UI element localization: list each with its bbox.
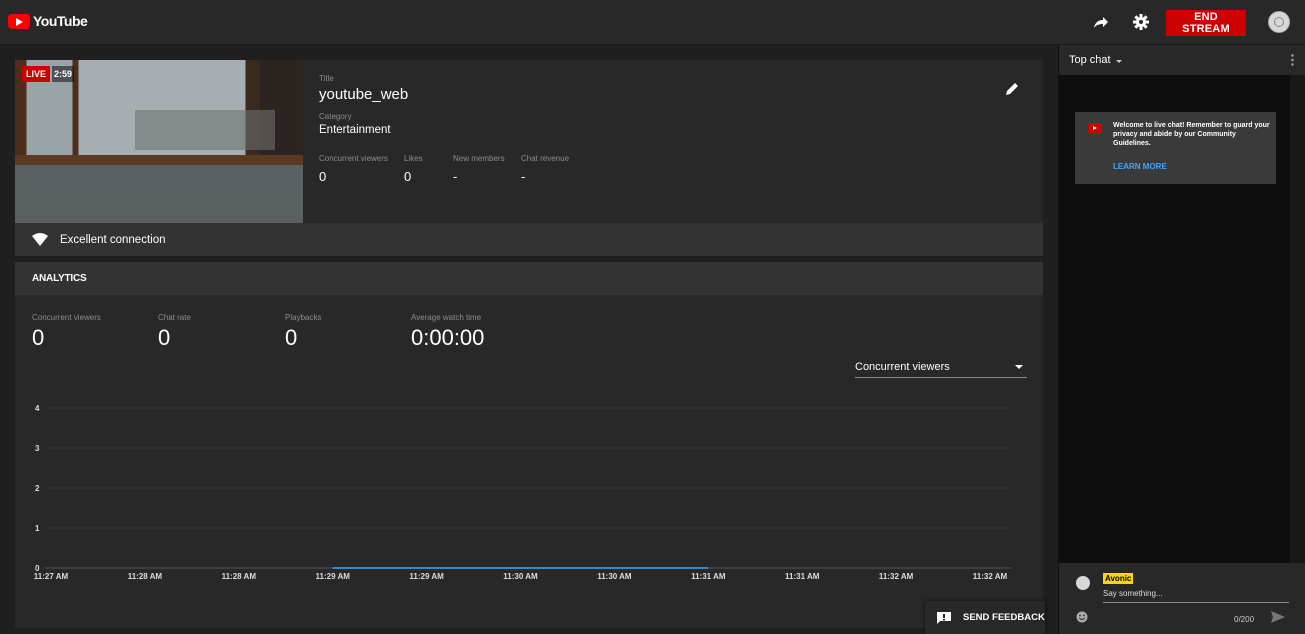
stat-label: Likes: [404, 154, 423, 163]
stat-value: -: [453, 169, 458, 184]
stat-label: Concurrent viewers: [319, 154, 388, 163]
stat-likes: Likes 0: [404, 154, 443, 184]
stat-value: 0:00:00: [411, 325, 485, 350]
stat-value: -: [521, 169, 526, 184]
y-tick-label: 1: [35, 524, 40, 533]
x-tick-label: 11:28 AM: [222, 572, 257, 581]
account-avatar[interactable]: [1268, 11, 1290, 33]
stat-label: Playbacks: [285, 313, 322, 322]
stat-label: Average watch time: [411, 313, 482, 322]
chat-scrollbar[interactable]: [1290, 75, 1305, 563]
gear-icon[interactable]: [1131, 12, 1151, 32]
learn-more-link[interactable]: LEARN MORE: [1113, 162, 1167, 171]
y-tick-label: 2: [35, 484, 40, 493]
character-counter: 0/200: [1234, 615, 1255, 624]
welcome-text: Welcome to live chat! Remember to guard …: [1113, 122, 1270, 147]
title-label: Title: [319, 74, 334, 83]
x-tick-label: 11:32 AM: [973, 572, 1008, 581]
stat-chat-revenue: Chat revenue -: [521, 154, 581, 184]
stream-info: Title youtube_web Category Entertainment: [319, 74, 408, 136]
stat-value: 0: [404, 169, 412, 184]
x-tick-label: 11:28 AM: [128, 572, 163, 581]
x-tick-label: 11:31 AM: [785, 572, 820, 581]
chat-mode-selector[interactable]: Top chat: [1069, 54, 1122, 66]
stat-label: Chat rate: [158, 313, 191, 322]
stat-value: 0: [285, 325, 298, 350]
avatar: [1076, 576, 1090, 590]
analytics-average-watch-time: Average watch time 0:00:00: [411, 313, 484, 351]
metric-dropdown[interactable]: Concurrent viewers: [855, 356, 1027, 378]
analytics-playbacks: Playbacks 0: [285, 313, 321, 351]
main-panel: LIVE 2:59 Title youtube_web Category Ent…: [0, 45, 1058, 634]
stream-card: LIVE 2:59 Title youtube_web Category Ent…: [15, 60, 1043, 223]
stat-value: 0: [32, 325, 45, 350]
x-tick-label: 11:30 AM: [597, 572, 632, 581]
stat-label: Concurrent viewers: [32, 313, 101, 322]
end-stream-button[interactable]: END STREAM: [1166, 10, 1246, 36]
chevron-down-icon: [1115, 60, 1122, 63]
analytics-heading: ANALYTICS: [15, 262, 1043, 295]
logo-text: YouTube: [33, 13, 88, 29]
stat-new-members: New members -: [453, 154, 511, 184]
stat-concurrent-viewers: Concurrent viewers 0: [319, 154, 394, 184]
x-tick-label: 11:29 AM: [316, 572, 351, 581]
stat-label: New members: [453, 154, 505, 163]
analytics-chart: 0123411:27 AM 11:28 AM 11:28 AM 11:29 AM 11:…: [34, 404, 1012, 581]
chat-message-input[interactable]: Say something...: [1103, 589, 1289, 603]
send-feedback-button[interactable]: SEND FEEDBACK: [925, 601, 1045, 634]
chat-mode-label: Top chat: [1069, 54, 1111, 66]
connection-status: Excellent connection: [15, 223, 1043, 256]
chat-input-area: Avonic Say something... 0/200: [1059, 563, 1305, 634]
stat-label: Chat revenue: [521, 154, 570, 163]
analytics-chat-rate: Chat rate 0: [158, 313, 191, 351]
share-icon[interactable]: [1091, 12, 1111, 32]
send-icon[interactable]: [1271, 611, 1285, 623]
stream-stats: Concurrent viewers 0 Likes 0 New members…: [319, 154, 591, 184]
metric-selected: Concurrent viewers: [855, 360, 950, 373]
connection-text: Excellent connection: [60, 233, 166, 246]
y-tick-label: 4: [35, 404, 40, 413]
top-bar: YouTube END STREAM: [0, 0, 1305, 45]
welcome-banner: Welcome to live chat! Remember to guard …: [1075, 112, 1276, 184]
live-chat-panel: Top chat Welcome to live chat! Remember …: [1058, 45, 1305, 634]
stat-value: 0: [158, 325, 171, 350]
x-tick-label: 11:32 AM: [879, 572, 914, 581]
youtube-play-icon: [8, 13, 30, 29]
chat-username: Avonic: [1103, 573, 1134, 584]
category-label: Category: [319, 112, 352, 121]
wifi-signal-icon: [32, 232, 48, 246]
edit-pencil-icon[interactable]: [1003, 80, 1021, 98]
stream-preview[interactable]: [15, 60, 303, 223]
x-tick-label: 11:30 AM: [503, 572, 538, 581]
analytics-concurrent-viewers: Concurrent viewers 0: [32, 313, 101, 351]
emoji-icon[interactable]: [1076, 611, 1088, 623]
live-badge: LIVE: [22, 66, 51, 82]
stream-title: youtube_web: [319, 86, 409, 103]
more-options-icon[interactable]: [1291, 54, 1294, 66]
elapsed-time: 2:59: [52, 66, 75, 82]
x-tick-label: 11:29 AM: [409, 572, 444, 581]
youtube-logo[interactable]: YouTube: [8, 13, 88, 29]
analytics-panel: ANALYTICS Concurrent viewers 0 Chat rate…: [15, 262, 1043, 628]
send-feedback-label: SEND FEEDBACK: [963, 612, 1045, 623]
feedback-icon: [937, 611, 951, 624]
stat-value: 0: [319, 169, 327, 184]
x-tick-label: 11:31 AM: [691, 572, 726, 581]
stream-category: Entertainment: [319, 124, 391, 136]
y-tick-label: 3: [35, 444, 40, 453]
chevron-down-icon: [1015, 364, 1023, 369]
youtube-play-icon: [1087, 123, 1102, 134]
chat-messages: Welcome to live chat! Remember to guard …: [1059, 75, 1290, 563]
chat-header: Top chat: [1059, 45, 1305, 75]
x-tick-label: 11:27 AM: [34, 572, 69, 581]
